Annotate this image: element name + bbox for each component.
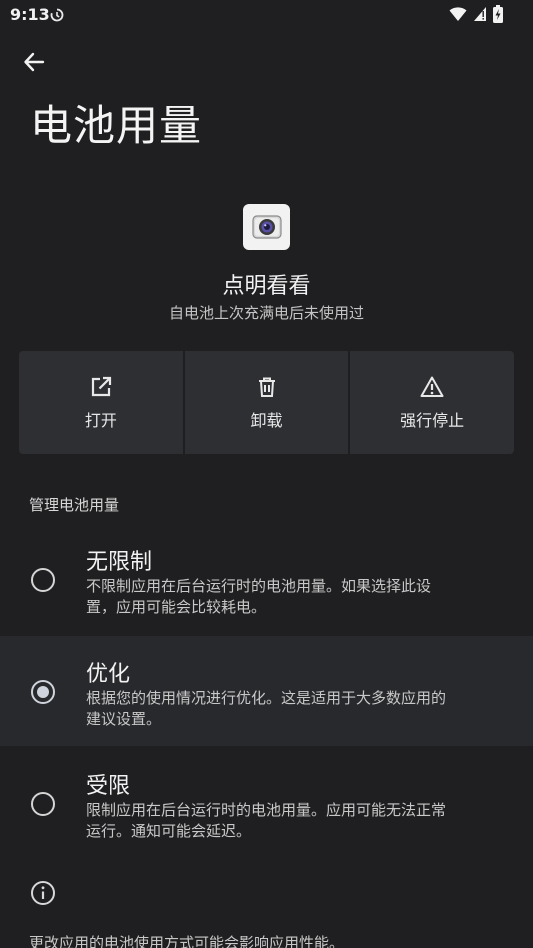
option-title: 优化 xyxy=(86,662,131,687)
app-actions: 打开 卸载 强行停止 xyxy=(19,351,515,454)
option-description-line: 置，应用可能会比较耗电。 xyxy=(86,598,267,616)
force-stop-button[interactable]: 强行停止 xyxy=(350,351,515,454)
radio-optimized[interactable] xyxy=(31,680,55,704)
option-restricted[interactable]: 受限 限制应用在后台运行时的电池用量。应用可能无法正常 运行。通知可能会延迟。 xyxy=(0,748,533,858)
status-bar: 9:13 xyxy=(0,0,533,30)
signal-icon xyxy=(474,7,486,21)
arrow-left-icon xyxy=(24,52,45,72)
option-description: 限制应用在后台运行时的电池用量。应用可能无法正常 运行。通知可能会延迟。 xyxy=(86,800,496,842)
option-description-line: 建议设置。 xyxy=(86,710,162,728)
section-label: 管理电池用量 xyxy=(29,496,120,514)
uninstall-label: 卸载 xyxy=(250,410,283,430)
camera-app-icon xyxy=(243,204,290,250)
option-description-line: 运行。通知可能会延迟。 xyxy=(86,822,252,840)
open-button[interactable]: 打开 xyxy=(19,351,183,454)
option-description: 根据您的使用情况进行优化。这是适用于大多数应用的 建议设置。 xyxy=(86,688,496,730)
open-label: 打开 xyxy=(84,410,117,430)
radio-restricted[interactable] xyxy=(31,792,55,816)
page-title: 电池用量 xyxy=(30,101,203,150)
option-title: 受限 xyxy=(86,774,131,799)
app-name: 点明看看 xyxy=(222,274,311,299)
trash-icon xyxy=(258,377,275,397)
option-description-line: 限制应用在后台运行时的电池用量。应用可能无法正常 xyxy=(86,801,447,819)
option-unrestricted[interactable]: 无限制 不限制应用在后台运行时的电池用量。如果选择此设 置，应用可能会比较耗电。 xyxy=(0,524,533,634)
battery-usage-page: 9:13 电池用量 点明看看 自电池上次充满电后未使用过 打开 卸载 强行停止 … xyxy=(0,0,533,948)
back-button[interactable] xyxy=(16,44,52,80)
warning-icon xyxy=(420,376,444,397)
force-stop-label: 强行停止 xyxy=(400,410,465,430)
uninstall-button[interactable]: 卸载 xyxy=(184,351,349,454)
option-optimized[interactable]: 优化 根据您的使用情况进行优化。这是适用于大多数应用的 建议设置。 xyxy=(0,636,533,746)
sync-icon xyxy=(50,8,64,22)
option-title: 无限制 xyxy=(86,550,153,575)
status-icons xyxy=(449,5,503,23)
option-description: 不限制应用在后台运行时的电池用量。如果选择此设 置，应用可能会比较耗电。 xyxy=(86,576,496,618)
wifi-icon xyxy=(449,7,467,21)
radio-unrestricted[interactable] xyxy=(31,568,55,592)
status-time: 9:13 xyxy=(10,5,50,24)
open-external-icon xyxy=(91,376,111,396)
app-usage-summary: 自电池上次充满电后未使用过 xyxy=(168,304,364,322)
battery-icon xyxy=(493,5,503,23)
option-description-line: 不限制应用在后台运行时的电池用量。如果选择此设 xyxy=(86,577,432,595)
info-icon xyxy=(31,881,55,905)
footer-note: 更改应用的电池使用方式可能会影响应用性能。 xyxy=(29,934,345,948)
option-description-line: 根据您的使用情况进行优化。这是适用于大多数应用的 xyxy=(86,689,447,707)
